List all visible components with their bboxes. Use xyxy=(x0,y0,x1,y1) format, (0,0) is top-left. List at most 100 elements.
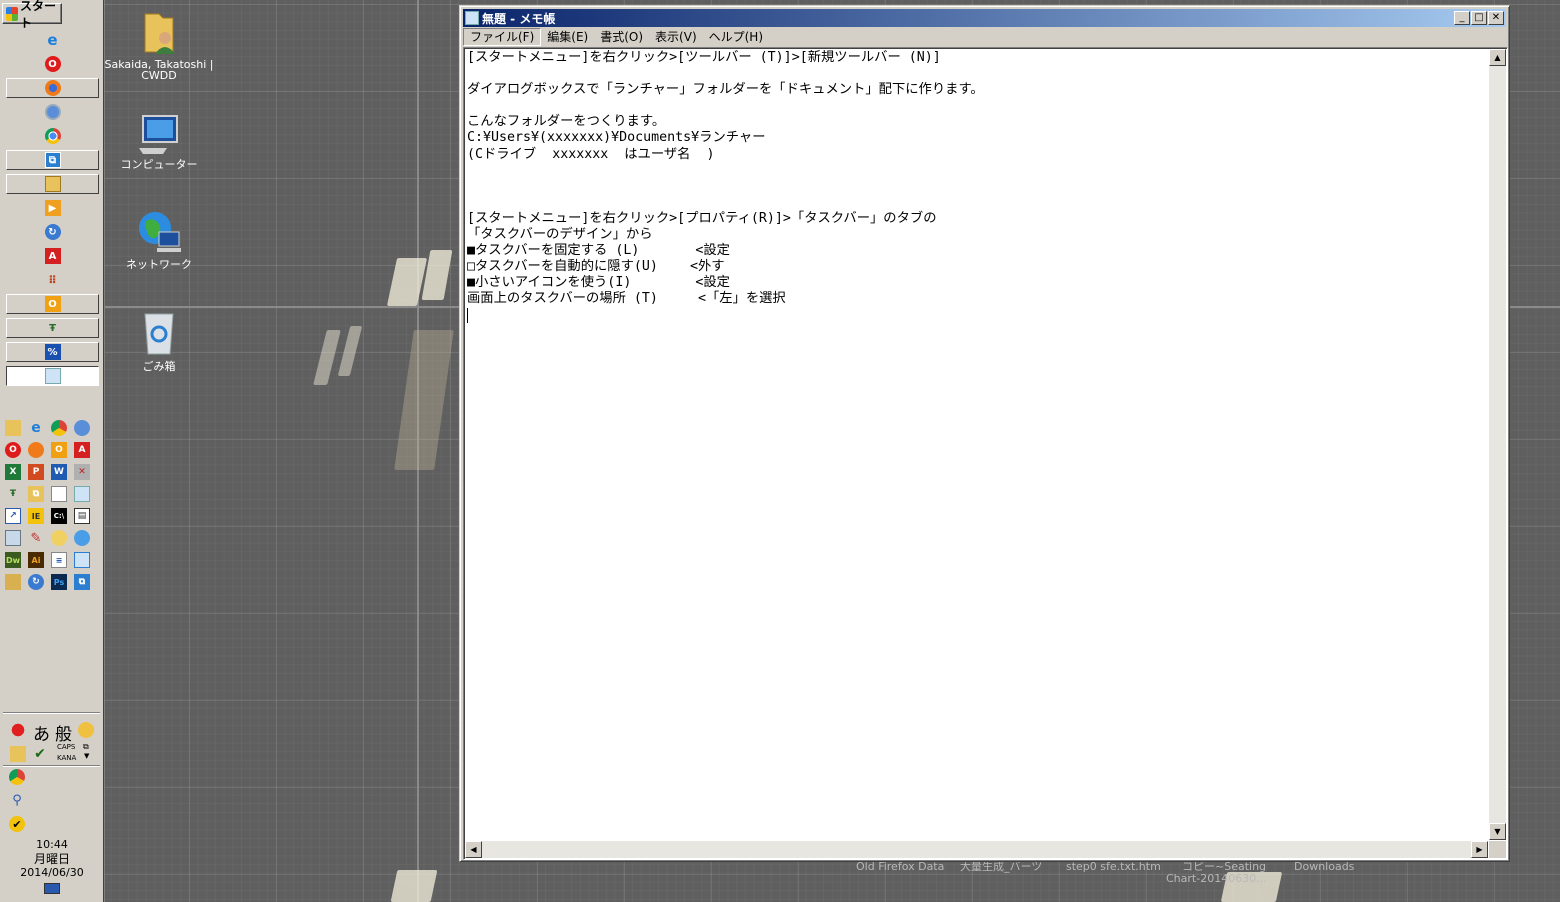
desktop-icon-recycle-bin[interactable]: ごみ箱 xyxy=(104,310,214,372)
window-icon[interactable] xyxy=(74,552,90,568)
user-folder-icon xyxy=(144,13,175,54)
ime-conversion-mode[interactable]: 般 xyxy=(55,720,72,745)
ie-settings-icon[interactable]: IE xyxy=(28,508,44,524)
ime-status-icon[interactable] xyxy=(10,722,26,738)
menu-format[interactable]: 書式(O) xyxy=(594,29,649,45)
quicklaunch-media-player[interactable]: ▶ xyxy=(6,198,99,218)
chrome-icon[interactable] xyxy=(51,420,67,436)
scroll-up-button[interactable]: ▲ xyxy=(1489,49,1506,66)
quicklaunch-tool[interactable]: Ŧ xyxy=(6,318,99,338)
text-editor[interactable]: [スタートメニュー]を右クリック>[ツールバー (T)]>[新規ツールバー (N… xyxy=(463,47,1508,860)
show-desktop-icon[interactable] xyxy=(44,883,60,894)
folder-icon[interactable] xyxy=(5,420,21,436)
quicklaunch-apps-grid[interactable]: ⠿ xyxy=(6,270,99,290)
notepad-icon[interactable] xyxy=(74,486,90,502)
desktop-icon-user-folder[interactable]: Sakaida, Takatoshi | CWDD xyxy=(104,8,214,81)
quicklaunch-explorer[interactable] xyxy=(6,174,99,194)
photoshop-icon[interactable]: Ps xyxy=(51,574,67,590)
dreamweaver-icon[interactable]: Dw xyxy=(5,552,21,568)
ime-input-mode[interactable]: あ xyxy=(33,720,50,745)
close-app-icon[interactable]: ✕ xyxy=(74,464,90,480)
apps-grid-icon: ⠿ xyxy=(48,273,57,287)
ime-tool-icon[interactable] xyxy=(78,722,94,738)
hidden-desktop-label[interactable]: Chart-20140630... xyxy=(1166,873,1267,884)
quicklaunch-sync[interactable]: ↻ xyxy=(6,222,99,242)
hidden-desktop-label[interactable]: Downloads xyxy=(1294,861,1354,872)
checkmark-tray-icon[interactable]: ✔ xyxy=(9,816,25,832)
ime-restore-icon[interactable]: ⧉ xyxy=(83,742,89,752)
illustrator-icon[interactable]: Ai xyxy=(28,552,44,568)
tool-icon[interactable]: Ŧ xyxy=(5,486,21,502)
copy-icon[interactable]: ⧉ xyxy=(28,486,44,502)
menu-help[interactable]: ヘルプ(H) xyxy=(703,29,769,45)
office-icon[interactable]: O xyxy=(51,442,67,458)
editor-text[interactable]: [スタートメニュー]を右クリック>[ツールバー (T)]>[新規ツールバー (N… xyxy=(467,50,1487,839)
clock-day: 月曜日 xyxy=(33,852,70,866)
network-tray-icon[interactable]: ⚲ xyxy=(9,792,25,808)
user-icon[interactable] xyxy=(5,574,21,590)
network-settings-icon[interactable] xyxy=(74,530,90,546)
windows-logo-icon xyxy=(6,6,18,21)
sync-icon[interactable]: ↻ xyxy=(28,574,44,590)
globe-icon[interactable] xyxy=(74,420,90,436)
ime-menu-arrow-icon[interactable]: ▼ xyxy=(84,752,89,760)
chrome-tray-icon[interactable] xyxy=(9,769,25,785)
notepad-icon xyxy=(465,11,479,25)
hidden-desktop-label[interactable]: step0 sfe.txt.htm xyxy=(1066,861,1161,872)
quicklaunch-acrobat[interactable]: A xyxy=(6,246,99,266)
ime-pad-icon[interactable] xyxy=(10,746,26,762)
maximize-button[interactable]: □ xyxy=(1471,11,1487,25)
desktop-icon-network[interactable]: ネットワーク xyxy=(104,208,214,270)
powerpoint-icon[interactable]: P xyxy=(28,464,44,480)
horizontal-scrollbar[interactable]: ◀ ▶ xyxy=(465,841,1488,858)
quicklaunch-globe[interactable] xyxy=(6,102,99,122)
command-prompt-icon[interactable]: C:\ xyxy=(51,508,67,524)
quicklaunch-chrome[interactable] xyxy=(6,126,99,146)
excel-icon[interactable]: X xyxy=(5,464,21,480)
hidden-desktop-label[interactable]: コピー~Seating xyxy=(1182,861,1266,872)
acrobat-icon: A xyxy=(44,248,61,264)
clock[interactable]: 10:44 月曜日 2014/06/30 xyxy=(0,838,104,880)
menu-view[interactable]: 表示(V) xyxy=(649,29,703,45)
quicklaunch-mail[interactable]: % xyxy=(6,342,99,362)
text-line xyxy=(467,195,1487,211)
quicklaunch-firefox[interactable] xyxy=(6,78,99,98)
document-icon[interactable] xyxy=(51,486,67,502)
hidden-desktop-label[interactable]: 大量生成_バーツ xyxy=(960,861,1042,872)
quicklaunch-notepad[interactable] xyxy=(6,366,99,386)
quicklaunch-opera[interactable]: O xyxy=(6,54,99,74)
desktop-icon-computer[interactable]: コンピューター xyxy=(104,112,214,170)
chart-icon[interactable]: ↗ xyxy=(5,508,21,524)
notes-icon[interactable]: ≡ xyxy=(51,552,67,568)
menu-edit[interactable]: 編集(E) xyxy=(541,29,594,45)
hidden-desktop-label[interactable]: Old Firefox Data xyxy=(856,861,944,872)
title-bar[interactable]: 無題 - メモ帳 _ □ ✕ xyxy=(463,9,1506,27)
minimize-button[interactable]: _ xyxy=(1454,11,1470,25)
internet-explorer-icon[interactable]: e xyxy=(28,420,44,436)
quicklaunch-ie[interactable]: e xyxy=(6,30,99,50)
quicklaunch-app[interactable]: ⧉ xyxy=(6,150,99,170)
text-line: 画面上のタスクバーの場所 (T) <「左」を選択 xyxy=(467,291,786,307)
text-line: (Cドライブ xxxxxxx はユーザ名 ) xyxy=(467,146,715,162)
resize-grip-icon[interactable] xyxy=(1489,841,1506,858)
scroll-right-button[interactable]: ▶ xyxy=(1471,841,1488,858)
terminal-icon[interactable]: ▤ xyxy=(74,508,90,524)
scroll-left-button[interactable]: ◀ xyxy=(465,841,482,858)
users-icon[interactable] xyxy=(51,530,67,546)
start-button[interactable]: スタート xyxy=(2,0,62,30)
ime-check-icon[interactable]: ✔ xyxy=(32,746,48,762)
word-icon[interactable]: W xyxy=(51,464,67,480)
opera-icon[interactable]: O xyxy=(5,442,21,458)
quicklaunch-outlook[interactable]: O xyxy=(6,294,99,314)
scroll-down-button[interactable]: ▼ xyxy=(1489,823,1506,840)
app-window-icon[interactable]: ⧉ xyxy=(74,574,90,590)
menu-file[interactable]: ファイル(F) xyxy=(463,28,542,46)
firefox-icon[interactable] xyxy=(28,442,44,458)
text-line xyxy=(467,179,1487,195)
calculator-icon[interactable] xyxy=(5,530,21,546)
close-button[interactable]: ✕ xyxy=(1488,11,1504,25)
mail-icon: % xyxy=(44,344,61,360)
vertical-scrollbar[interactable]: ▲ ▼ xyxy=(1489,49,1506,840)
paint-icon[interactable]: ✎ xyxy=(28,530,44,546)
acrobat-icon[interactable]: A xyxy=(74,442,90,458)
